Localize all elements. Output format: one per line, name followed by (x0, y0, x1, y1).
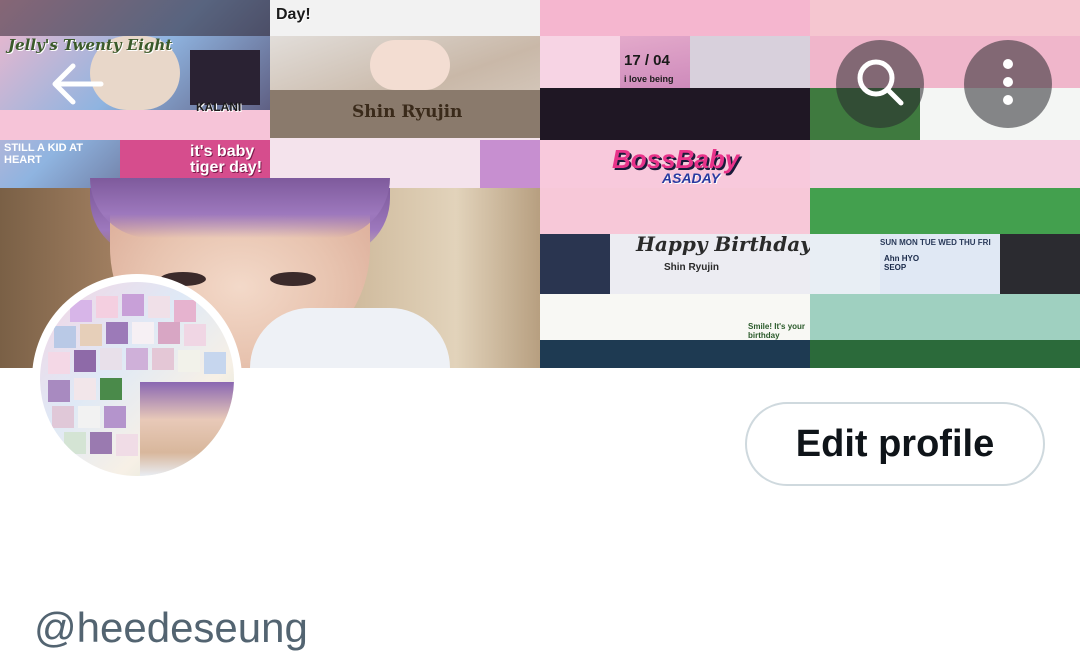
banner-text-asa: ASADAY (662, 170, 721, 186)
banner-text-day: Day! (276, 6, 311, 23)
search-button[interactable] (836, 40, 924, 128)
banner-text-shin2: Shin Ryujin (664, 262, 719, 273)
search-icon (855, 57, 905, 112)
banner-tile (270, 0, 540, 188)
avatar-photo (140, 382, 234, 476)
back-button[interactable] (34, 42, 122, 130)
avatar-image (40, 282, 234, 476)
more-vertical-icon (1001, 57, 1015, 112)
banner-text-kid: STILL A KID AT HEART (4, 142, 84, 166)
banner-text-shin: Shin Ryujin (352, 102, 463, 122)
banner-text-kalani: KALANI (196, 100, 242, 114)
banner-text-birthday: Happy Birthday (636, 232, 812, 256)
edit-profile-button[interactable]: Edit profile (745, 402, 1045, 486)
banner-tile (540, 188, 810, 368)
banner-text-date: 17 / 04 (624, 52, 670, 69)
banner-text-ahn: Ahn HYO SEOP (884, 254, 920, 272)
banner-text-loving: i love being (624, 74, 674, 84)
avatar[interactable] (32, 274, 242, 484)
banner-text-smile: Smile! It's your birthday (748, 322, 806, 340)
banner-text-weekdays: SUN MON TUE WED THU FRI (880, 238, 991, 247)
arrow-left-icon (51, 62, 105, 111)
profile-handle: @heedeseung (34, 604, 308, 651)
banner-text-baby: it's baby tiger day! (190, 143, 263, 176)
banner-tile (810, 188, 1080, 368)
more-options-button[interactable] (964, 40, 1052, 128)
